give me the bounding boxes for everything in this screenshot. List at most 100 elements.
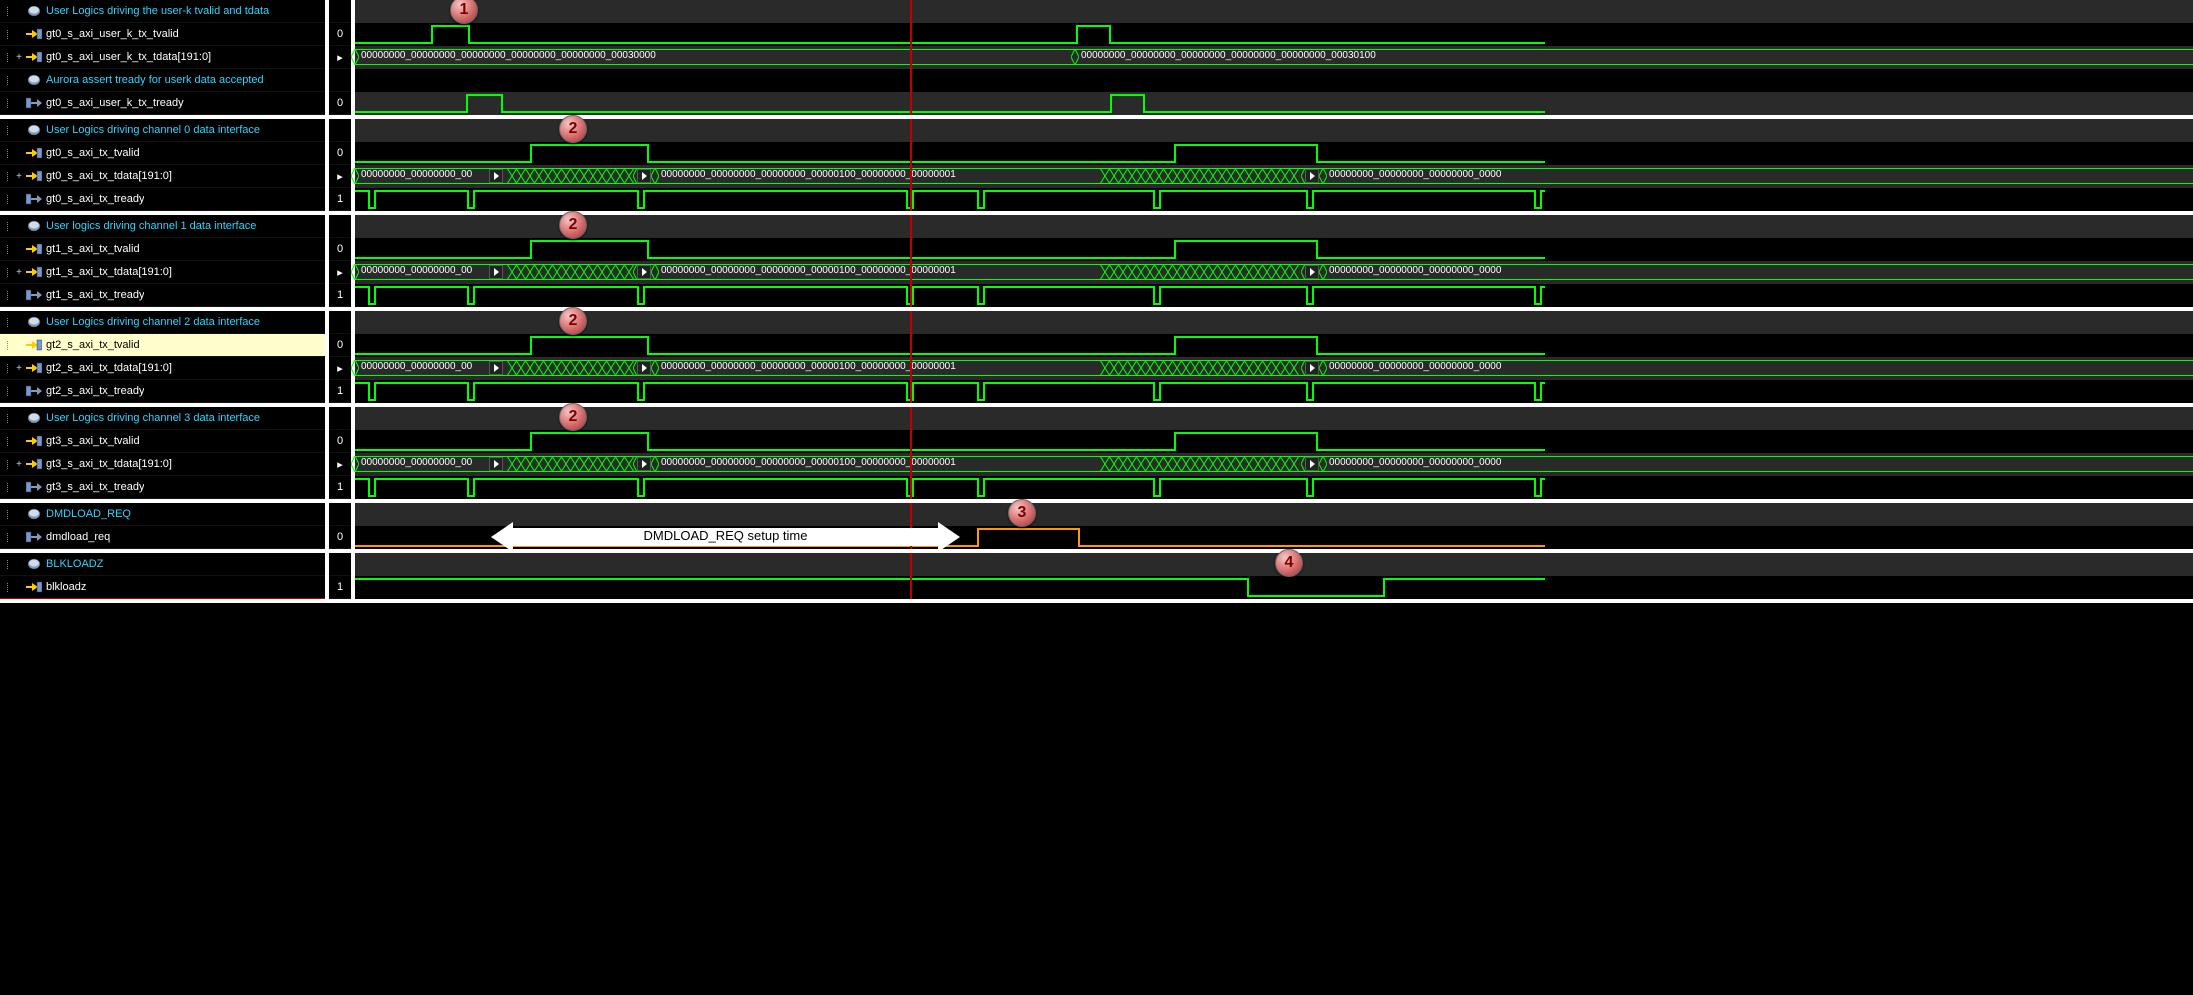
- sig-gt3-tdata[interactable]: +gt3_s_axi_tx_tdata[191:0]: [0, 453, 325, 476]
- sig-gt3-tready[interactable]: gt3_s_axi_tx_tready: [0, 476, 325, 499]
- waveform-row[interactable]: [355, 503, 2193, 526]
- signal-value: 1: [329, 380, 351, 403]
- waveform-row[interactable]: [355, 476, 2193, 499]
- divider-ch1[interactable]: User logics driving channel 1 data inter…: [0, 215, 325, 238]
- note-icon: [26, 315, 42, 329]
- time-cursor[interactable]: [910, 553, 912, 599]
- waveform-row[interactable]: [355, 215, 2193, 238]
- waveform-row[interactable]: [355, 334, 2193, 357]
- signal-value: [329, 407, 351, 430]
- signal-label: gt2_s_axi_tx_tdata[191:0]: [46, 362, 172, 374]
- signal-in-icon: [26, 338, 42, 352]
- sig-gt0-tvalid[interactable]: gt0_s_axi_tx_tvalid: [0, 142, 325, 165]
- signal-value: [329, 215, 351, 238]
- signal-label: gt3_s_axi_tx_tdata[191:0]: [46, 458, 172, 470]
- sig-gt1-tready[interactable]: gt1_s_axi_tx_tready: [0, 284, 325, 307]
- note-icon: [26, 411, 42, 425]
- sig-gt0-tready[interactable]: gt0_s_axi_tx_tready: [0, 188, 325, 211]
- annotation-arrow: DMDLOAD_REQ setup time: [513, 528, 938, 546]
- sig-gt1-tvalid[interactable]: gt1_s_axi_tx_tvalid: [0, 238, 325, 261]
- waveform-row[interactable]: [355, 119, 2193, 142]
- waveform-row[interactable]: [355, 380, 2193, 403]
- divider-dmdload[interactable]: DMDLOAD_REQ: [0, 503, 325, 526]
- divider-userk[interactable]: User Logics driving the user-k tvalid an…: [0, 0, 325, 23]
- signal-label: gt0_s_axi_tx_tdata[191:0]: [46, 170, 172, 182]
- waveform-row[interactable]: [355, 311, 2193, 334]
- waveform-row[interactable]: [355, 69, 2193, 92]
- note-icon: [26, 507, 42, 521]
- signal-value: 0: [329, 142, 351, 165]
- signal-group: User Logics driving channel 3 data inter…: [0, 407, 2193, 503]
- waveform-row[interactable]: 00000000_00000000_0000000000_00000000_00…: [355, 261, 2193, 284]
- waveform-row[interactable]: [355, 23, 2193, 46]
- waveform-row[interactable]: [355, 284, 2193, 307]
- annotation-bubble: 3: [1008, 499, 1036, 527]
- signal-label: gt0_s_axi_tx_tready: [46, 193, 144, 205]
- time-cursor[interactable]: [910, 407, 912, 499]
- divider-blkloadz[interactable]: BLKLOADZ: [0, 553, 325, 576]
- sig-blkloadz[interactable]: blkloadz: [0, 576, 325, 599]
- divider-userk-tready[interactable]: Aurora assert tready for userk data acce…: [0, 69, 325, 92]
- time-cursor[interactable]: [910, 311, 912, 403]
- waveform-row[interactable]: [355, 430, 2193, 453]
- signal-group: User Logics driving channel 0 data inter…: [0, 119, 2193, 215]
- time-cursor[interactable]: [910, 119, 912, 211]
- sig-gt0-userk-tvalid[interactable]: gt0_s_axi_user_k_tx_tvalid: [0, 23, 325, 46]
- signal-label: gt3_s_axi_tx_tvalid: [46, 435, 140, 447]
- waveform-row[interactable]: 00000000_00000000_0000000000_00000000_00…: [355, 357, 2193, 380]
- waveform-row[interactable]: [355, 576, 2193, 599]
- waveform-row[interactable]: [355, 553, 2193, 576]
- signal-label: gt2_s_axi_tx_tvalid: [46, 339, 140, 351]
- note-icon: [26, 4, 42, 18]
- waveform-row[interactable]: 00000000_00000000_00000000_00000000_0000…: [355, 46, 2193, 69]
- signal-value: [329, 0, 351, 23]
- time-cursor[interactable]: [910, 0, 912, 115]
- signal-in-icon: [26, 361, 42, 375]
- signal-value: [329, 119, 351, 142]
- waveform-row[interactable]: [355, 407, 2193, 430]
- waveform-row[interactable]: [355, 0, 2193, 23]
- signal-in-icon: [26, 50, 42, 64]
- sig-gt2-tvalid[interactable]: gt2_s_axi_tx_tvalid: [0, 334, 325, 357]
- signal-group: User Logics driving channel 2 data inter…: [0, 311, 2193, 407]
- note-icon: [26, 219, 42, 233]
- sig-gt0-userk-tdata[interactable]: +gt0_s_axi_user_k_tx_tdata[191:0]: [0, 46, 325, 69]
- sig-gt2-tdata[interactable]: +gt2_s_axi_tx_tdata[191:0]: [0, 357, 325, 380]
- signal-value: [329, 311, 351, 334]
- note-icon: [26, 557, 42, 571]
- signal-label: gt1_s_axi_tx_tdata[191:0]: [46, 266, 172, 278]
- annotation-bubble: 2: [559, 307, 587, 335]
- waveform-row[interactable]: [355, 238, 2193, 261]
- signal-label: gt0_s_axi_user_k_tx_tdata[191:0]: [46, 51, 211, 63]
- signal-in-icon: [26, 27, 42, 41]
- signal-label: Aurora assert tready for userk data acce…: [46, 74, 264, 86]
- time-cursor[interactable]: [910, 215, 912, 307]
- waveform-row[interactable]: [355, 92, 2193, 115]
- waveform-row[interactable]: [355, 188, 2193, 211]
- divider-ch0[interactable]: User Logics driving channel 0 data inter…: [0, 119, 325, 142]
- signal-in-icon: [26, 457, 42, 471]
- sig-dmdload-req[interactable]: dmdload_req: [0, 526, 325, 549]
- sig-gt0-tdata[interactable]: +gt0_s_axi_tx_tdata[191:0]: [0, 165, 325, 188]
- waveform-row[interactable]: 00000000_00000000_0000000000_00000000_00…: [355, 165, 2193, 188]
- signal-value: ▸: [329, 453, 351, 476]
- signal-in-icon: [26, 434, 42, 448]
- divider-ch2[interactable]: User Logics driving channel 2 data inter…: [0, 311, 325, 334]
- sig-gt1-tdata[interactable]: +gt1_s_axi_tx_tdata[191:0]: [0, 261, 325, 284]
- signal-label: User logics driving channel 1 data inter…: [46, 220, 256, 232]
- signal-out-icon: [26, 96, 42, 110]
- waveform-row[interactable]: [355, 142, 2193, 165]
- signal-value: 0: [329, 92, 351, 115]
- range-indicator: [0, 598, 325, 599]
- note-icon: [26, 123, 42, 137]
- divider-ch3[interactable]: User Logics driving channel 3 data inter…: [0, 407, 325, 430]
- waveform-row[interactable]: 00000000_00000000_0000000000_00000000_00…: [355, 453, 2193, 476]
- signal-value: [329, 553, 351, 576]
- signal-out-icon: [26, 480, 42, 494]
- signal-group: BLKLOADZblkloadz14: [0, 553, 2193, 603]
- sig-gt0-userk-tready[interactable]: gt0_s_axi_user_k_tx_tready: [0, 92, 325, 115]
- signal-group: DMDLOAD_REQdmdload_req03DMDLOAD_REQ setu…: [0, 503, 2193, 553]
- signal-out-icon: [26, 530, 42, 544]
- sig-gt2-tready[interactable]: gt2_s_axi_tx_tready: [0, 380, 325, 403]
- sig-gt3-tvalid[interactable]: gt3_s_axi_tx_tvalid: [0, 430, 325, 453]
